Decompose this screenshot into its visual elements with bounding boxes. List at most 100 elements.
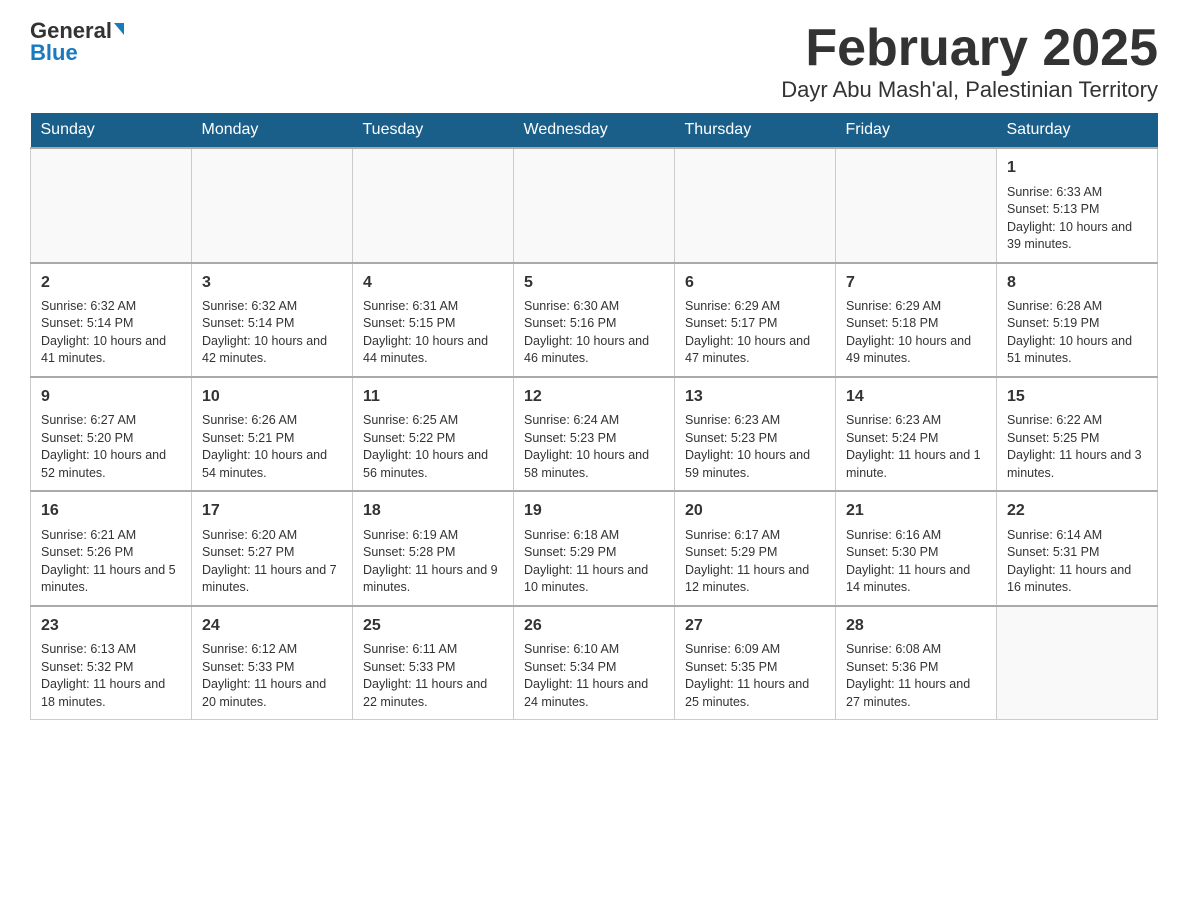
table-row: 19 Sunrise: 6:18 AMSunset: 5:29 PMDayligh… [514,491,675,605]
day-info: Sunrise: 6:11 AMSunset: 5:33 PMDaylight:… [363,641,503,711]
day-info: Sunrise: 6:21 AMSunset: 5:26 PMDaylight:… [41,527,181,597]
day-number: 20 [685,500,825,522]
day-info: Sunrise: 6:14 AMSunset: 5:31 PMDaylight:… [1007,527,1147,597]
day-number: 19 [524,500,664,522]
week-row-1: 1Sunrise: 6:33 AMSunset: 5:13 PMDaylight… [31,148,1158,262]
day-number: 12 [524,386,664,408]
day-info: Sunrise: 6:08 AMSunset: 5:36 PMDaylight:… [846,641,986,711]
day-info: Sunrise: 6:29 AMSunset: 5:17 PMDaylight:… [685,298,825,368]
day-info: Sunrise: 6:32 AMSunset: 5:14 PMDaylight:… [202,298,342,368]
day-info: Sunrise: 6:18 AMSunset: 5:29 PMDaylight:… [524,527,664,597]
table-row: 2 Sunrise: 6:32 AMSunset: 5:14 PMDaylight… [31,263,192,377]
day-info: Sunrise: 6:32 AMSunset: 5:14 PMDaylight:… [41,298,181,368]
table-row: 5 Sunrise: 6:30 AMSunset: 5:16 PMDaylight… [514,263,675,377]
day-number: 24 [202,615,342,637]
day-info: Sunrise: 6:25 AMSunset: 5:22 PMDaylight:… [363,412,503,482]
table-row: 17Sunrise: 6:20 AMSunset: 5:27 PMDayligh… [192,491,353,605]
table-row: 27Sunrise: 6:09 AMSunset: 5:35 PMDayligh… [675,606,836,720]
table-row [192,148,353,262]
day-info: Sunrise: 6:13 AMSunset: 5:32 PMDaylight:… [41,641,181,711]
day-number: 8 [1007,272,1147,294]
day-number: 14 [846,386,986,408]
day-number: 21 [846,500,986,522]
day-number: 13 [685,386,825,408]
day-info: Sunrise: 6:30 AMSunset: 5:16 PMDaylight:… [524,298,664,368]
day-number: 18 [363,500,503,522]
table-row [514,148,675,262]
col-friday: Friday [836,113,997,148]
day-number: 17 [202,500,342,522]
week-row-3: 9 Sunrise: 6:27 AMSunset: 5:20 PMDaylight… [31,377,1158,491]
day-info: Sunrise: 6:12 AMSunset: 5:33 PMDaylight:… [202,641,342,711]
day-number: 6 [685,272,825,294]
day-info: Sunrise: 6:17 AMSunset: 5:29 PMDaylight:… [685,527,825,597]
day-number: 16 [41,500,181,522]
day-info: Sunrise: 6:31 AMSunset: 5:15 PMDaylight:… [363,298,503,368]
table-row: 28 Sunrise: 6:08 AMSunset: 5:36 PMDayligh… [836,606,997,720]
table-row [31,148,192,262]
day-number: 23 [41,615,181,637]
col-tuesday: Tuesday [353,113,514,148]
day-number: 11 [363,386,503,408]
table-row: 25 Sunrise: 6:11 AMSunset: 5:33 PMDayligh… [353,606,514,720]
table-row: 10Sunrise: 6:26 AMSunset: 5:21 PMDayligh… [192,377,353,491]
day-info: Sunrise: 6:10 AMSunset: 5:34 PMDaylight:… [524,641,664,711]
col-sunday: Sunday [31,113,192,148]
logo: General Blue [30,20,124,64]
table-row: 6 Sunrise: 6:29 AMSunset: 5:17 PMDaylight… [675,263,836,377]
day-info: Sunrise: 6:23 AMSunset: 5:24 PMDaylight:… [846,412,986,482]
table-row: 24 Sunrise: 6:12 AMSunset: 5:33 PMDayligh… [192,606,353,720]
day-info: Sunrise: 6:28 AMSunset: 5:19 PMDaylight:… [1007,298,1147,368]
calendar-body: 1Sunrise: 6:33 AMSunset: 5:13 PMDaylight… [31,148,1158,719]
table-row: 21 Sunrise: 6:16 AMSunset: 5:30 PMDayligh… [836,491,997,605]
day-number: 7 [846,272,986,294]
logo-arrow-icon [114,23,124,35]
table-row: 1Sunrise: 6:33 AMSunset: 5:13 PMDaylight… [997,148,1158,262]
day-number: 2 [41,272,181,294]
table-row: 8 Sunrise: 6:28 AMSunset: 5:19 PMDaylight… [997,263,1158,377]
table-row [836,148,997,262]
day-number: 1 [1007,157,1147,179]
day-info: Sunrise: 6:19 AMSunset: 5:28 PMDaylight:… [363,527,503,597]
page-title: February 2025 [781,20,1158,77]
day-number: 22 [1007,500,1147,522]
table-row: 18 Sunrise: 6:19 AMSunset: 5:28 PMDayligh… [353,491,514,605]
table-row: 4 Sunrise: 6:31 AMSunset: 5:15 PMDaylight… [353,263,514,377]
day-number: 26 [524,615,664,637]
table-row [675,148,836,262]
week-row-5: 23 Sunrise: 6:13 AMSunset: 5:32 PMDayligh… [31,606,1158,720]
calendar-table: Sunday Monday Tuesday Wednesday Thursday… [30,113,1158,720]
day-number: 27 [685,615,825,637]
table-row: 11 Sunrise: 6:25 AMSunset: 5:22 PMDayligh… [353,377,514,491]
day-number: 9 [41,386,181,408]
week-row-4: 16 Sunrise: 6:21 AMSunset: 5:26 PMDayligh… [31,491,1158,605]
day-number: 15 [1007,386,1147,408]
title-block: February 2025 Dayr Abu Mash'al, Palestin… [781,20,1158,103]
day-info: Sunrise: 6:26 AMSunset: 5:21 PMDaylight:… [202,412,342,482]
day-info: Sunrise: 6:23 AMSunset: 5:23 PMDaylight:… [685,412,825,482]
week-row-2: 2 Sunrise: 6:32 AMSunset: 5:14 PMDaylight… [31,263,1158,377]
table-row: 23 Sunrise: 6:13 AMSunset: 5:32 PMDayligh… [31,606,192,720]
day-number: 28 [846,615,986,637]
table-row: 12Sunrise: 6:24 AMSunset: 5:23 PMDayligh… [514,377,675,491]
day-info: Sunrise: 6:16 AMSunset: 5:30 PMDaylight:… [846,527,986,597]
day-info: Sunrise: 6:27 AMSunset: 5:20 PMDaylight:… [41,412,181,482]
day-number: 4 [363,272,503,294]
col-monday: Monday [192,113,353,148]
col-saturday: Saturday [997,113,1158,148]
col-wednesday: Wednesday [514,113,675,148]
table-row: 3 Sunrise: 6:32 AMSunset: 5:14 PMDaylight… [192,263,353,377]
day-number: 25 [363,615,503,637]
table-row: 15Sunrise: 6:22 AMSunset: 5:25 PMDayligh… [997,377,1158,491]
table-row: 13 Sunrise: 6:23 AMSunset: 5:23 PMDayligh… [675,377,836,491]
logo-general-text: General [30,20,112,42]
table-row: 9 Sunrise: 6:27 AMSunset: 5:20 PMDaylight… [31,377,192,491]
logo-blue-text: Blue [30,42,78,64]
col-thursday: Thursday [675,113,836,148]
table-row [997,606,1158,720]
day-number: 3 [202,272,342,294]
table-row: 22 Sunrise: 6:14 AMSunset: 5:31 PMDayligh… [997,491,1158,605]
table-row: 14 Sunrise: 6:23 AMSunset: 5:24 PMDayligh… [836,377,997,491]
table-row [353,148,514,262]
day-number: 5 [524,272,664,294]
